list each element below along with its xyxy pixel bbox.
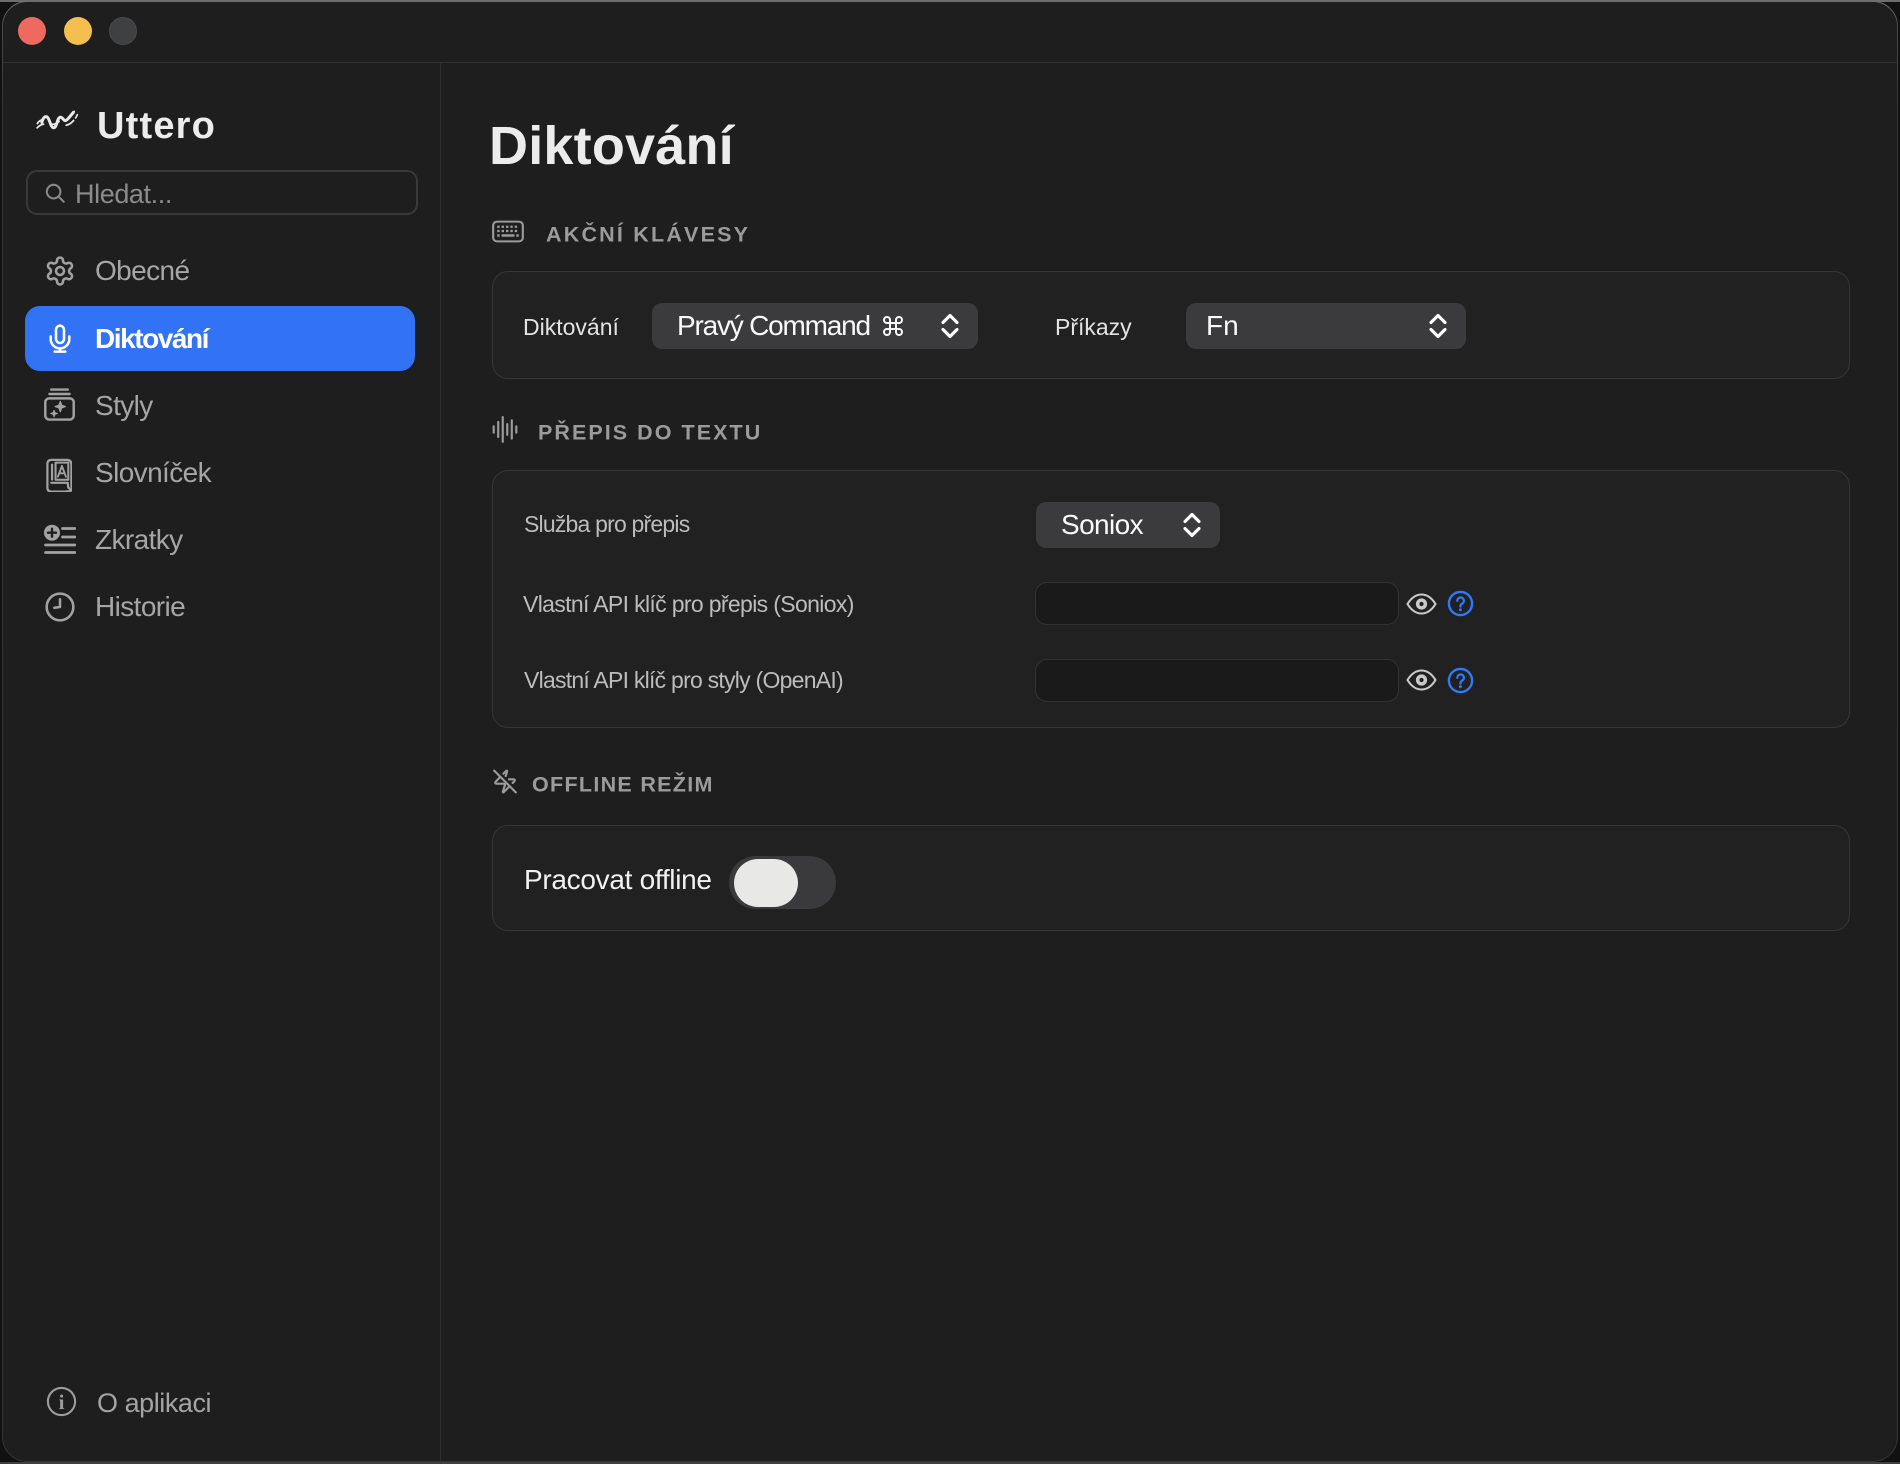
svg-text:i: i [59, 1390, 65, 1414]
